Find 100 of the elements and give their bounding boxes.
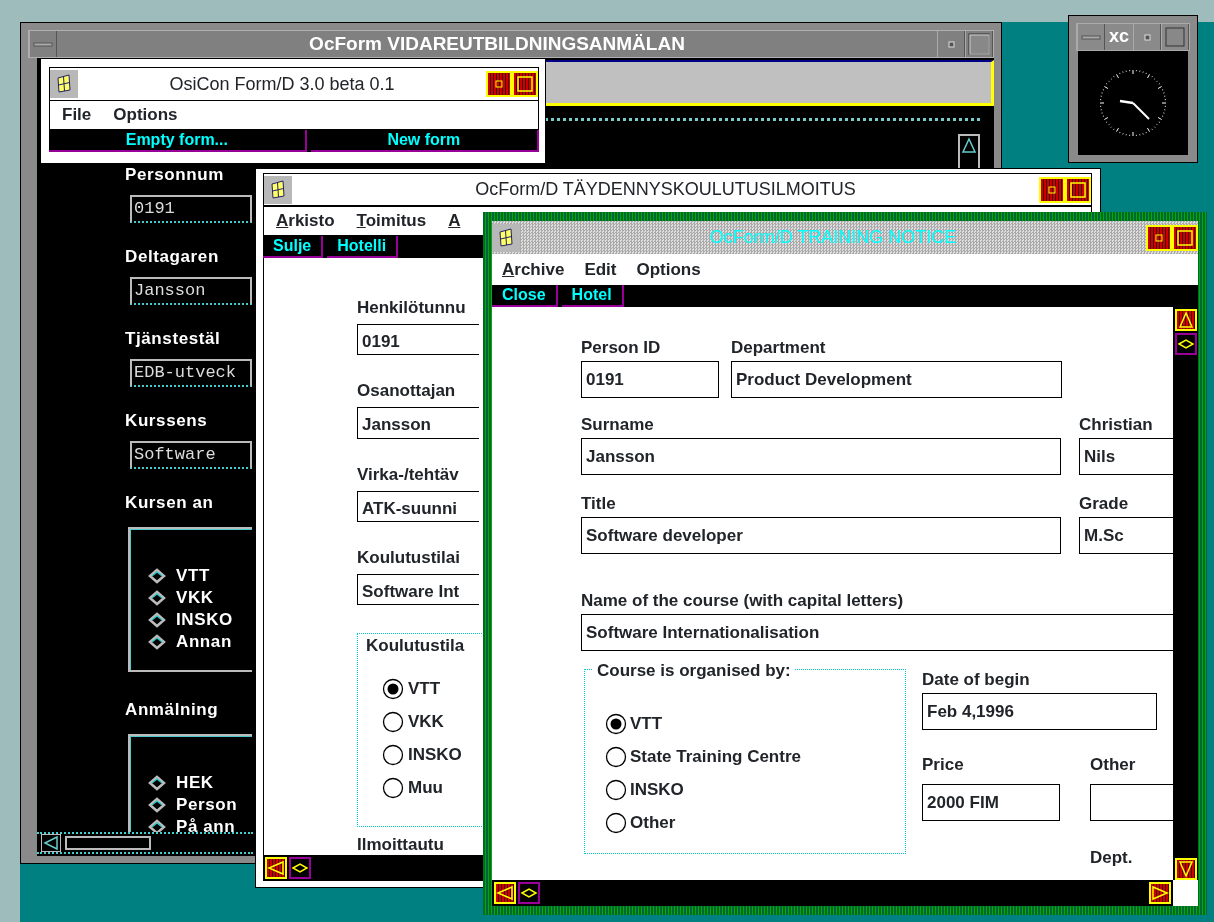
field-label: Personnum bbox=[125, 165, 224, 185]
toolbar-button[interactable]: Hotel bbox=[561, 285, 624, 307]
group-label: Kursen an bbox=[125, 493, 214, 513]
toolbar-button[interactable]: Hotelli bbox=[327, 236, 399, 258]
input-field[interactable]: Product Development bbox=[731, 361, 1062, 398]
input-field[interactable]: Software developer bbox=[581, 517, 1061, 554]
input-field[interactable]: Software bbox=[130, 441, 252, 469]
up-arrow-icon bbox=[1176, 311, 1195, 329]
scroll-thumb[interactable] bbox=[65, 836, 151, 850]
input-field[interactable]: ATK-suunni bbox=[357, 490, 479, 522]
input-field[interactable]: Software Internationalisation bbox=[581, 614, 1173, 651]
toolbar-button[interactable]: Close bbox=[492, 285, 558, 307]
window-icon[interactable] bbox=[264, 175, 292, 204]
down-arrow-icon bbox=[1176, 860, 1195, 878]
scroll-thumb[interactable] bbox=[1174, 333, 1197, 355]
group-legend: Koulutustila bbox=[366, 636, 465, 656]
input-field[interactable]: Jansson bbox=[130, 277, 252, 305]
option-label: Annan bbox=[176, 632, 232, 652]
field-label: Kurssens bbox=[125, 411, 208, 431]
input-field[interactable]: Jansson bbox=[581, 438, 1061, 475]
option-diamond[interactable] bbox=[148, 797, 166, 813]
input-field[interactable]: Software Int bbox=[357, 573, 479, 605]
menu-item[interactable]: Toimitus bbox=[356, 208, 427, 234]
square-icon bbox=[1176, 228, 1194, 247]
input-field[interactable]: Jansson bbox=[357, 407, 479, 439]
field-label: Surname bbox=[581, 414, 654, 436]
radio-label: VTT bbox=[408, 677, 441, 700]
menu-item[interactable]: Options bbox=[113, 102, 178, 128]
field-label: Price bbox=[922, 754, 964, 776]
radio-button[interactable] bbox=[605, 779, 627, 801]
input-field[interactable]: Feb 4,1996 bbox=[922, 693, 1157, 730]
group-label: Anmälning bbox=[125, 700, 219, 720]
field-label: Department bbox=[731, 337, 826, 359]
left-arrow-icon bbox=[496, 884, 514, 902]
window-title: xc bbox=[1108, 25, 1130, 48]
radio-button[interactable] bbox=[382, 677, 404, 700]
radio-button[interactable] bbox=[605, 812, 627, 834]
menu-item[interactable]: A bbox=[448, 208, 461, 234]
radio-button[interactable] bbox=[382, 776, 404, 799]
scroll-up-button[interactable] bbox=[958, 134, 980, 170]
toolbar-button[interactable]: Empty form... bbox=[49, 130, 307, 152]
option-diamond[interactable] bbox=[148, 819, 166, 832]
menu-item[interactable]: Arkisto bbox=[276, 208, 335, 234]
toolbar-button[interactable]: Sulje bbox=[263, 236, 324, 258]
input-field[interactable]: 0191 bbox=[581, 361, 719, 398]
window-title: OcForm/D TÄYDENNYSKOULUTUSILMOITUS bbox=[474, 178, 857, 201]
option-diamond[interactable] bbox=[148, 590, 166, 606]
window-title: OcForm VIDAREUTBILDNINGSANMÄLAN bbox=[308, 32, 686, 56]
radio-button[interactable] bbox=[382, 710, 404, 733]
field-label: Other bbox=[1090, 754, 1136, 776]
radio-label: INSKO bbox=[630, 779, 684, 802]
field-label: Koulutustilai bbox=[357, 547, 460, 568]
option-label: På ann bbox=[176, 817, 236, 832]
field-label: Date of begin bbox=[922, 669, 1030, 691]
input-field[interactable]: 2000 FIM bbox=[922, 784, 1060, 821]
menu-item[interactable]: Edit bbox=[584, 256, 617, 283]
menu-item[interactable]: Options bbox=[636, 256, 701, 283]
input-field[interactable]: 0191 bbox=[357, 324, 479, 356]
minimize-button[interactable] bbox=[1039, 176, 1065, 203]
option-diamond[interactable] bbox=[148, 634, 166, 650]
field-label: Deltagaren bbox=[125, 247, 219, 267]
window-title: OcForm/D TRAINING NOTICE bbox=[708, 226, 958, 249]
option-diamond[interactable] bbox=[148, 568, 166, 584]
field-label: Name of the course (with capital letters) bbox=[581, 590, 904, 612]
scroll-down-button[interactable] bbox=[1174, 858, 1197, 880]
minimize-button[interactable] bbox=[486, 71, 512, 97]
radio-label: VKK bbox=[408, 710, 444, 733]
group-legend: Ilmoittautu bbox=[357, 835, 444, 855]
option-diamond[interactable] bbox=[148, 612, 166, 628]
scroll-thumb[interactable] bbox=[518, 882, 540, 904]
radio-label: Other bbox=[630, 812, 676, 835]
scroll-left-button[interactable] bbox=[41, 834, 61, 852]
menu-item[interactable]: File bbox=[62, 102, 92, 128]
minimize-button[interactable] bbox=[1146, 224, 1172, 251]
radio-label: State Training Centre bbox=[630, 746, 801, 769]
scrollbar-corner bbox=[1173, 880, 1198, 906]
option-label: Person bbox=[176, 795, 238, 815]
scroll-right-button[interactable] bbox=[1149, 882, 1171, 904]
window-icon[interactable] bbox=[50, 70, 78, 98]
field-label: Title bbox=[581, 493, 616, 515]
input-field[interactable]: EDB-utveck bbox=[130, 359, 252, 387]
option-diamond[interactable] bbox=[148, 775, 166, 791]
horizontal-scrollbar[interactable] bbox=[37, 832, 253, 854]
field-label: Christian bbox=[1079, 414, 1153, 436]
radio-button[interactable] bbox=[382, 743, 404, 766]
option-label: HEK bbox=[176, 773, 214, 793]
input-field[interactable]: 0191 bbox=[130, 195, 252, 223]
field-label: Osanottajan bbox=[357, 381, 456, 402]
window-icon[interactable] bbox=[492, 223, 520, 252]
right-arrow-icon bbox=[1151, 884, 1169, 902]
clock-drawing bbox=[1097, 67, 1169, 139]
option-label: INSKO bbox=[176, 610, 233, 630]
radio-button[interactable] bbox=[605, 746, 627, 768]
field-label: Person ID bbox=[581, 337, 661, 359]
window-title: OsiCon Form/D 3.0 beta 0.1 bbox=[168, 72, 396, 96]
scroll-thumb[interactable] bbox=[289, 857, 311, 879]
field-label: Henkilötunnu bbox=[357, 298, 466, 318]
menu-item[interactable]: Archive bbox=[502, 256, 565, 283]
radio-button[interactable] bbox=[605, 713, 627, 735]
toolbar-button[interactable]: New form bbox=[310, 130, 539, 152]
